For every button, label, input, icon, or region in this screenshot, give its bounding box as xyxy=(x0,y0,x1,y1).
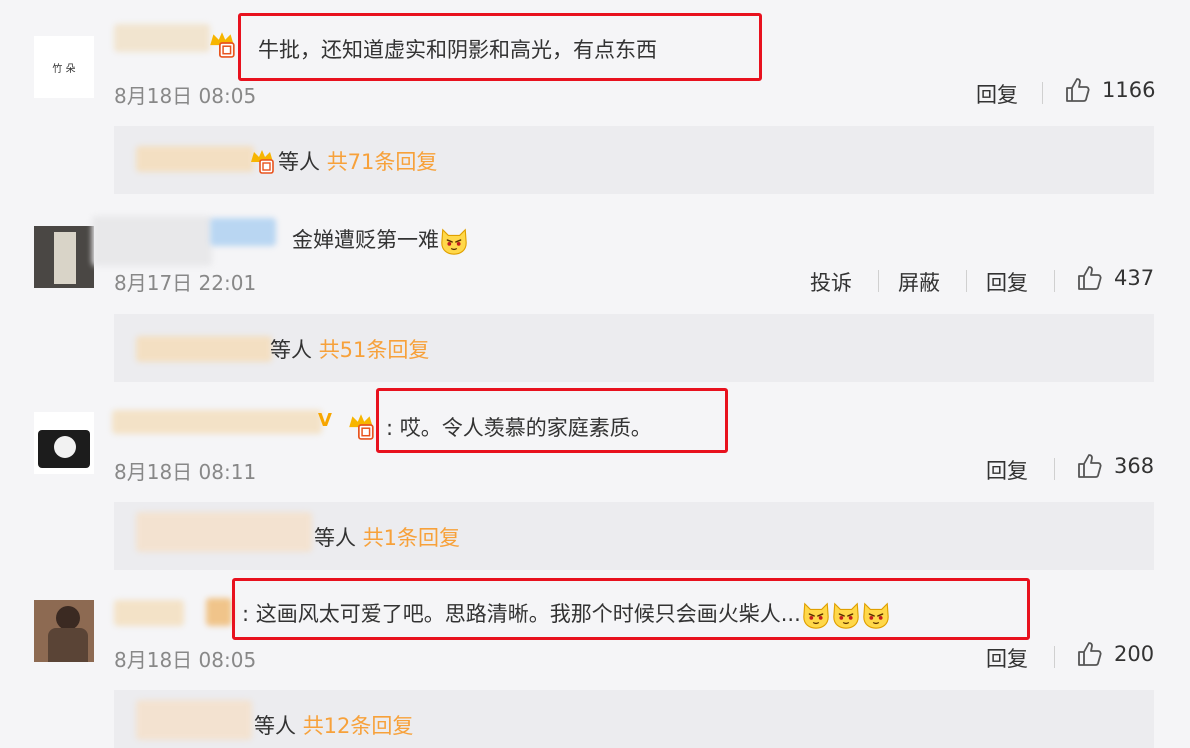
comment-text: 金婵遭贬第一难 xyxy=(292,224,469,256)
comment-text: : 哎。令人羡慕的家庭素质。 xyxy=(386,416,652,440)
badge-blurred xyxy=(206,598,232,626)
thumbs-up-icon xyxy=(1076,264,1104,292)
divider xyxy=(878,270,879,292)
comment-time: 8月18日 08:05 xyxy=(114,648,257,672)
thumbs-up-icon xyxy=(1064,76,1092,104)
divider xyxy=(1054,270,1055,292)
reply-count-link[interactable]: 共1条回复 xyxy=(363,526,460,550)
like-count: 1166 xyxy=(1102,78,1156,102)
replier-name-blurred xyxy=(136,512,312,552)
reply-summary-text[interactable]: 等人 共71条回复 xyxy=(278,146,437,176)
reply-button[interactable]: 回复 xyxy=(986,643,1028,673)
replier-name-blurred xyxy=(136,336,272,362)
crown-badge-icon xyxy=(248,146,276,174)
crown-badge-icon xyxy=(207,28,237,58)
cat-face-emoji-icon xyxy=(439,226,469,256)
reply-prefix: 等人 xyxy=(314,526,356,550)
comment-text: : 这画风太可爱了吧。思路清晰。我那个时候只会画火柴人... xyxy=(242,598,891,630)
reply-prefix: 等人 xyxy=(270,338,312,362)
username-blurred[interactable] xyxy=(112,410,322,434)
reply-summary-text[interactable]: 等人 共51条回复 xyxy=(270,334,429,364)
reply-button[interactable]: 回复 xyxy=(986,267,1028,297)
avatar[interactable] xyxy=(34,226,94,288)
like-button[interactable]: 1166 xyxy=(1064,76,1155,104)
divider xyxy=(966,270,967,292)
avatar[interactable] xyxy=(34,412,94,474)
replier-name-blurred xyxy=(136,700,252,740)
avatar-image-body xyxy=(48,628,88,662)
cat-face-emoji-icon xyxy=(801,600,831,630)
reply-count-link[interactable]: 共12条回复 xyxy=(303,714,414,738)
like-button[interactable]: 200 xyxy=(1076,640,1154,668)
reply-button[interactable]: 回复 xyxy=(986,455,1028,485)
like-button[interactable]: 368 xyxy=(1076,452,1154,480)
replier-name-blurred xyxy=(136,146,254,172)
comment-text: 牛批，还知道虚实和阴影和高光，有点东西 xyxy=(258,38,657,62)
reply-count-link[interactable]: 共51条回复 xyxy=(319,338,430,362)
avatar-label: 竹 朵 xyxy=(52,63,76,75)
divider xyxy=(1054,646,1055,668)
like-count: 368 xyxy=(1114,454,1155,478)
reply-prefix: 等人 xyxy=(278,150,320,174)
vip-mark: V xyxy=(318,410,332,431)
reply-button[interactable]: 回复 xyxy=(976,79,1018,109)
crown-badge-icon xyxy=(346,410,376,440)
divider xyxy=(1054,458,1055,480)
reply-count-link[interactable]: 共71条回复 xyxy=(327,150,438,174)
like-count: 437 xyxy=(1114,266,1155,290)
avatar-image xyxy=(54,232,76,284)
username-blurred[interactable] xyxy=(114,600,184,626)
report-button[interactable]: 投诉 xyxy=(810,267,852,297)
cat-face-emoji-icon xyxy=(831,600,861,630)
like-count: 200 xyxy=(1114,642,1155,666)
comment-time: 8月18日 08:11 xyxy=(114,460,257,484)
reply-summary-text[interactable]: 等人 共12条回复 xyxy=(254,710,413,740)
avatar[interactable]: 竹 朵 xyxy=(34,36,94,98)
comment-time: 8月18日 08:05 xyxy=(114,84,257,108)
username-blurred xyxy=(210,218,276,246)
avatar-image-head xyxy=(56,606,80,630)
block-button[interactable]: 屏蔽 xyxy=(898,267,940,297)
thumbs-up-icon xyxy=(1076,640,1104,668)
avatar-image-face xyxy=(54,436,76,458)
username-blurred[interactable] xyxy=(92,216,212,266)
reply-prefix: 等人 xyxy=(254,714,296,738)
like-button[interactable]: 437 xyxy=(1076,264,1154,292)
thumbs-up-icon xyxy=(1076,452,1104,480)
cat-face-emoji-icon xyxy=(861,600,891,630)
divider xyxy=(1042,82,1043,104)
username-blurred[interactable] xyxy=(114,24,210,52)
avatar[interactable] xyxy=(34,600,94,662)
comment-time: 8月17日 22:01 xyxy=(114,271,257,295)
reply-summary-text[interactable]: 等人 共1条回复 xyxy=(314,522,460,552)
